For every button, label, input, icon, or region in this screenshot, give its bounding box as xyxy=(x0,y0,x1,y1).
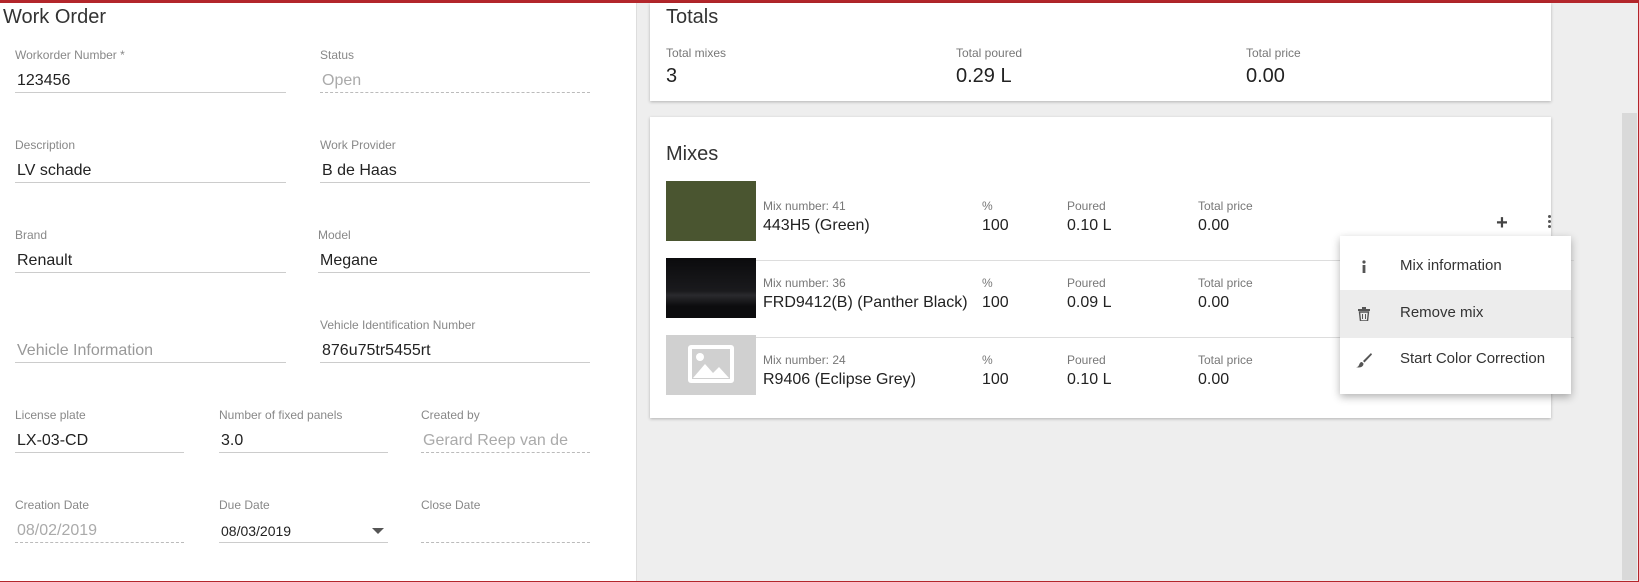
info-icon xyxy=(1354,257,1374,277)
menu-item-remove-mix[interactable]: Remove mix xyxy=(1340,290,1571,338)
status-input: Open xyxy=(320,69,590,93)
more-vert-icon[interactable] xyxy=(1542,213,1556,233)
dropdown-arrow-icon[interactable] xyxy=(372,528,384,534)
mix-context-menu: Mix information Remove mix Start Color C… xyxy=(1340,236,1571,394)
workorder-number-input[interactable]: 123456 xyxy=(15,69,286,93)
mix-name: FRD9412(B) (Panther Black) xyxy=(763,294,968,311)
total-price-value: 0.00 xyxy=(1198,294,1230,311)
license-plate-field: License plate LX-03-CD xyxy=(15,407,184,453)
creation-date-input: 08/02/2019 xyxy=(15,519,184,543)
poured-label: Poured xyxy=(1067,199,1106,213)
fixed-panels-field: Number of fixed panels 3.0 xyxy=(219,407,388,453)
work-order-title: Work Order xyxy=(3,6,106,28)
close-date-label: Close Date xyxy=(421,498,481,512)
license-plate-label: License plate xyxy=(15,408,86,422)
total-poured-value: 0.29 L xyxy=(956,65,1012,87)
description-label: Description xyxy=(15,138,76,152)
due-date-select[interactable]: 08/03/2019 xyxy=(219,519,388,543)
mixes-title: Mixes xyxy=(666,143,719,165)
due-date-label: Due Date xyxy=(219,498,270,512)
poured-label: Poured xyxy=(1067,276,1106,290)
total-poured-label: Total poured xyxy=(956,46,1023,60)
brand-label: Brand xyxy=(15,228,48,242)
created-by-field: Created by Gerard Reep van de xyxy=(421,407,590,453)
close-date-input xyxy=(421,519,590,543)
mix-number: Mix number: 41 xyxy=(763,199,846,213)
total-price-label: Total price xyxy=(1198,276,1253,290)
percent-value: 100 xyxy=(982,371,1009,388)
poured-value: 0.09 L xyxy=(1067,294,1112,311)
total-price-label: Total price xyxy=(1246,46,1301,60)
workorder-number-field: Workorder Number * 123456 xyxy=(15,47,286,93)
trash-icon xyxy=(1354,304,1374,324)
menu-item-start-color-correction[interactable]: Start Color Correction xyxy=(1340,336,1571,384)
add-icon[interactable]: + xyxy=(1492,213,1512,233)
workorder-number-label: Workorder Number * xyxy=(15,48,125,62)
description-field: Description LV schade xyxy=(15,137,286,183)
model-input[interactable]: Megane xyxy=(318,249,590,273)
total-price-label: Total price xyxy=(1198,353,1253,367)
brand-field: Brand Renault xyxy=(15,227,286,273)
poured-value: 0.10 L xyxy=(1067,217,1112,234)
right-area: Totals Total mixes 3 Total poured 0.29 L… xyxy=(637,3,1638,581)
brand-input[interactable]: Renault xyxy=(15,249,286,273)
mix-color-swatch xyxy=(666,258,756,318)
due-date-value: 08/03/2019 xyxy=(221,523,292,539)
poured-label: Poured xyxy=(1067,353,1106,367)
mix-name: R9406 (Eclipse Grey) xyxy=(763,371,916,388)
total-price-value: 0.00 xyxy=(1198,217,1230,234)
poured-value: 0.10 L xyxy=(1067,371,1112,388)
work-provider-field: Work Provider B de Haas xyxy=(320,137,590,183)
menu-item-label: Remove mix xyxy=(1400,304,1484,321)
total-mixes-value: 3 xyxy=(666,65,678,87)
image-placeholder-icon xyxy=(688,345,734,383)
menu-item-label: Mix information xyxy=(1400,257,1502,274)
percent-value: 100 xyxy=(982,217,1009,234)
work-provider-input[interactable]: B de Haas xyxy=(320,159,590,183)
fixed-panels-label: Number of fixed panels xyxy=(219,408,343,422)
mix-number: Mix number: 36 xyxy=(763,276,846,290)
percent-label: % xyxy=(982,353,993,367)
vehicle-information-field: Vehicle Information xyxy=(15,317,286,363)
vertical-scrollbar[interactable] xyxy=(1622,113,1637,580)
status-field: Status Open xyxy=(320,47,590,93)
mix-color-swatch xyxy=(666,181,756,241)
close-date-field: Close Date xyxy=(421,497,590,543)
vin-label: Vehicle Identification Number xyxy=(320,318,476,332)
vin-input[interactable]: 876u75tr5455rt xyxy=(320,339,590,363)
due-date-field: Due Date 08/03/2019 xyxy=(219,497,388,543)
percent-label: % xyxy=(982,276,993,290)
creation-date-label: Creation Date xyxy=(15,498,90,512)
mix-number: Mix number: 24 xyxy=(763,353,846,367)
vin-field: Vehicle Identification Number 876u75tr54… xyxy=(320,317,590,363)
totals-card: Totals Total mixes 3 Total poured 0.29 L… xyxy=(650,3,1551,101)
description-input[interactable]: LV schade xyxy=(15,159,286,183)
created-by-input: Gerard Reep van de xyxy=(421,429,590,453)
license-plate-input[interactable]: LX-03-CD xyxy=(15,429,184,453)
total-price-value: 0.00 xyxy=(1246,65,1285,87)
created-by-label: Created by xyxy=(421,408,480,422)
percent-label: % xyxy=(982,199,993,213)
menu-item-label: Start Color Correction xyxy=(1400,350,1546,367)
model-field: Model Megane xyxy=(318,227,590,273)
percent-value: 100 xyxy=(982,294,1009,311)
totals-title: Totals xyxy=(666,6,719,28)
total-price-value: 0.00 xyxy=(1198,371,1230,388)
fixed-panels-input[interactable]: 3.0 xyxy=(219,429,388,453)
work-order-panel: Work Order Workorder Number * 123456 Sta… xyxy=(0,3,637,581)
status-label: Status xyxy=(320,48,355,62)
mix-name: 443H5 (Green) xyxy=(763,217,870,234)
creation-date-field: Creation Date 08/02/2019 xyxy=(15,497,184,543)
mix-color-swatch xyxy=(666,335,756,395)
vehicle-information-input[interactable]: Vehicle Information xyxy=(15,339,286,363)
menu-item-mix-information[interactable]: Mix information xyxy=(1340,243,1571,291)
brush-icon xyxy=(1354,350,1374,370)
model-label: Model xyxy=(318,228,351,242)
work-provider-label: Work Provider xyxy=(320,138,396,152)
total-price-label: Total price xyxy=(1198,199,1253,213)
total-mixes-label: Total mixes xyxy=(666,46,727,60)
